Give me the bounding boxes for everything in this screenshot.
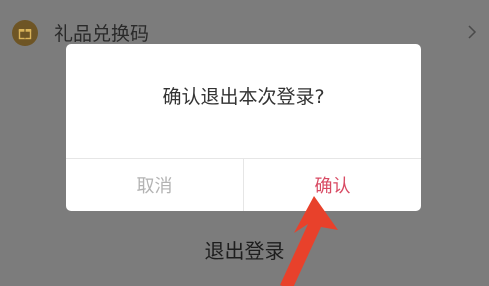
dialog-message: 确认退出本次登录?: [162, 86, 325, 108]
chevron-right-icon: [468, 25, 477, 39]
cancel-button[interactable]: 取消: [66, 159, 243, 211]
logout-button[interactable]: 退出登录: [0, 235, 489, 264]
red-arrow-icon: [280, 196, 338, 286]
list-item-label: 礼品兑换码: [54, 23, 150, 45]
logout-confirm-dialog: 确认退出本次登录? 取消 确认: [66, 44, 421, 211]
gift-icon: [12, 20, 38, 46]
